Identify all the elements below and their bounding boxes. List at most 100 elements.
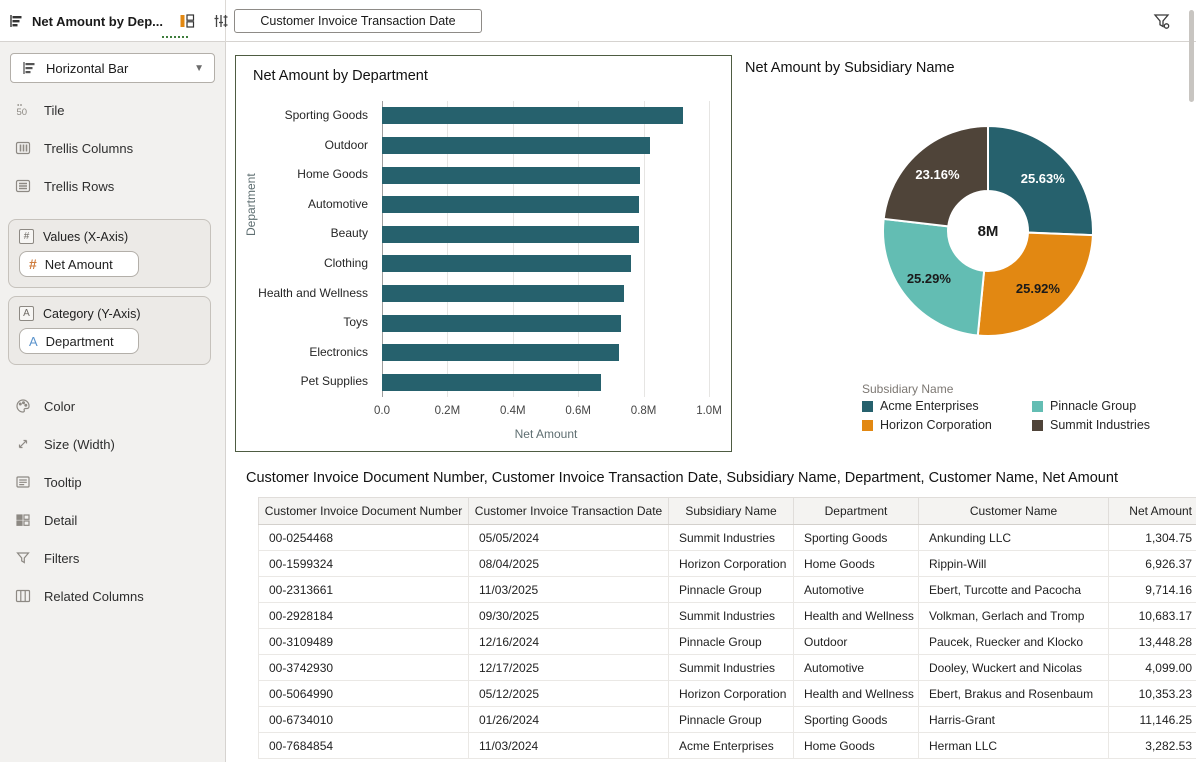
table-cell[interactable]: 00-2928184 (259, 603, 469, 629)
table-cell[interactable]: Summit Industries (669, 603, 794, 629)
table-cell[interactable]: Dooley, Wuckert and Nicolas (919, 655, 1109, 681)
table-cell[interactable]: 11,146.25 (1109, 707, 1196, 733)
table-cell[interactable]: Horizon Corporation (669, 551, 794, 577)
bar-clothing[interactable] (382, 255, 631, 272)
table-cell[interactable]: Paucek, Ruecker and Klocko (919, 629, 1109, 655)
table-cell[interactable]: Sporting Goods (794, 525, 919, 551)
bar-home-goods[interactable] (382, 167, 640, 184)
filter-bar-icon[interactable] (1152, 11, 1172, 31)
table-cell[interactable]: 10,683.17 (1109, 603, 1196, 629)
table-cell[interactable]: Ebert, Turcotte and Pacocha (919, 577, 1109, 603)
table-cell[interactable]: 00-3742930 (259, 655, 469, 681)
table-row[interactable]: 00-159932408/04/2025Horizon CorporationH… (259, 551, 1196, 577)
table-cell[interactable]: 12/17/2025 (469, 655, 669, 681)
table-cell[interactable]: 00-3109489 (259, 629, 469, 655)
sidebar-item-tile[interactable]: 50 Tile (0, 91, 225, 129)
table-cell[interactable]: 00-7684854 (259, 733, 469, 759)
table-cell[interactable]: 6,926.37 (1109, 551, 1196, 577)
table-cell[interactable]: Automotive (794, 655, 919, 681)
table-cell[interactable]: Volkman, Gerlach and Tromp (919, 603, 1109, 629)
table-row[interactable]: 00-025446805/05/2024Summit IndustriesSpo… (259, 525, 1196, 551)
sidebar-item-color[interactable]: Color (0, 387, 225, 425)
table-cell[interactable]: 09/30/2025 (469, 603, 669, 629)
table-row[interactable]: 00-768485411/03/2024Acme EnterprisesHome… (259, 733, 1196, 759)
bar-health-and-wellness[interactable] (382, 285, 624, 302)
table-cell[interactable]: Acme Enterprises (669, 733, 794, 759)
sidebar-item-related-columns[interactable]: Related Columns (0, 577, 225, 615)
column-header-customer-invoice-transaction-date[interactable]: Customer Invoice Transaction Date (469, 498, 669, 525)
bar-electronics[interactable] (382, 344, 619, 361)
table-cell[interactable]: Sporting Goods (794, 707, 919, 733)
legend-item-summit-industries[interactable]: Summit Industries (1032, 418, 1150, 432)
table-cell[interactable]: 00-0254468 (259, 525, 469, 551)
sidebar-item-tooltip[interactable]: Tooltip (0, 463, 225, 501)
table-cell[interactable]: Pinnacle Group (669, 629, 794, 655)
table-cell[interactable]: Summit Industries (669, 655, 794, 681)
table-cell[interactable]: 00-1599324 (259, 551, 469, 577)
table-cell[interactable]: 00-2313661 (259, 577, 469, 603)
legend-item-pinnacle-group[interactable]: Pinnacle Group (1032, 399, 1136, 413)
table-cell[interactable]: Health and Wellness (794, 603, 919, 629)
table-cell[interactable]: Summit Industries (669, 525, 794, 551)
column-header-net-amount[interactable]: Net Amount (1109, 498, 1196, 525)
table-cell[interactable]: Health and Wellness (794, 681, 919, 707)
table-row[interactable]: 00-506499005/12/2025Horizon CorporationH… (259, 681, 1196, 707)
table-cell[interactable]: 9,714.16 (1109, 577, 1196, 603)
bar-chart-card[interactable]: Net Amount by Department Department Spor… (235, 55, 732, 452)
table-cell[interactable]: 11/03/2025 (469, 577, 669, 603)
vertical-scrollbar-thumb[interactable] (1189, 10, 1194, 102)
table-cell[interactable]: 13,448.28 (1109, 629, 1196, 655)
table-cell[interactable]: Ankunding LLC (919, 525, 1109, 551)
settings-sliders-icon[interactable] (213, 12, 229, 30)
sidebar-item-detail[interactable]: Detail (0, 501, 225, 539)
table-row[interactable]: 00-292818409/30/2025Summit IndustriesHea… (259, 603, 1196, 629)
bar-outdoor[interactable] (382, 137, 650, 154)
table-cell[interactable]: Pinnacle Group (669, 707, 794, 733)
table-cell[interactable]: 10,353.23 (1109, 681, 1196, 707)
table-cell[interactable]: 3,282.53 (1109, 733, 1196, 759)
table-cell[interactable]: 00-6734010 (259, 707, 469, 733)
table-cell[interactable]: 08/04/2025 (469, 551, 669, 577)
column-header-customer-name[interactable]: Customer Name (919, 498, 1109, 525)
table-cell[interactable]: Automotive (794, 577, 919, 603)
column-header-customer-invoice-document-number[interactable]: Customer Invoice Document Number (259, 498, 469, 525)
table-cell[interactable]: 00-5064990 (259, 681, 469, 707)
net-amount-field-pill[interactable]: # Net Amount (19, 251, 139, 277)
sidebar-item-filters[interactable]: Filters (0, 539, 225, 577)
table-cell[interactable]: 05/12/2025 (469, 681, 669, 707)
department-field-pill[interactable]: A Department (19, 328, 139, 354)
table-cell[interactable]: 12/16/2024 (469, 629, 669, 655)
table-cell[interactable]: 01/26/2024 (469, 707, 669, 733)
table-cell[interactable]: 1,304.75 (1109, 525, 1196, 551)
table-row[interactable]: 00-673401001/26/2024Pinnacle GroupSporti… (259, 707, 1196, 733)
bar-pet-supplies[interactable] (382, 374, 601, 391)
bar-automotive[interactable] (382, 196, 639, 213)
grammar-panel-icon[interactable] (179, 12, 195, 30)
sidebar-item-size-width[interactable]: Size (Width) (0, 425, 225, 463)
sidebar-item-trellis-columns[interactable]: Trellis Columns (0, 129, 225, 167)
table-cell[interactable]: Rippin-Will (919, 551, 1109, 577)
sidebar-item-trellis-rows[interactable]: Trellis Rows (0, 167, 225, 205)
table-cell[interactable]: Home Goods (794, 551, 919, 577)
table-cell[interactable]: Herman LLC (919, 733, 1109, 759)
legend-item-horizon-corporation[interactable]: Horizon Corporation (862, 418, 992, 432)
table-cell[interactable]: 05/05/2024 (469, 525, 669, 551)
bar-toys[interactable] (382, 315, 621, 332)
table-cell[interactable]: Outdoor (794, 629, 919, 655)
chart-type-dropdown[interactable]: Horizontal Bar ▼ (10, 53, 215, 83)
table-cell[interactable]: Ebert, Brakus and Rosenbaum (919, 681, 1109, 707)
table-row[interactable]: 00-231366111/03/2025Pinnacle GroupAutomo… (259, 577, 1196, 603)
table-cell[interactable]: 4,099.00 (1109, 655, 1196, 681)
column-header-department[interactable]: Department (794, 498, 919, 525)
table-cell[interactable]: 11/03/2024 (469, 733, 669, 759)
column-header-subsidiary-name[interactable]: Subsidiary Name (669, 498, 794, 525)
table-cell[interactable]: Horizon Corporation (669, 681, 794, 707)
table-cell[interactable]: Home Goods (794, 733, 919, 759)
bar-sporting-goods[interactable] (382, 107, 683, 124)
table-row[interactable]: 00-374293012/17/2025Summit IndustriesAut… (259, 655, 1196, 681)
table-cell[interactable]: Pinnacle Group (669, 577, 794, 603)
legend-item-acme-enterprises[interactable]: Acme Enterprises (862, 399, 979, 413)
table-cell[interactable]: Harris-Grant (919, 707, 1109, 733)
bar-beauty[interactable] (382, 226, 639, 243)
table-row[interactable]: 00-310948912/16/2024Pinnacle GroupOutdoo… (259, 629, 1196, 655)
